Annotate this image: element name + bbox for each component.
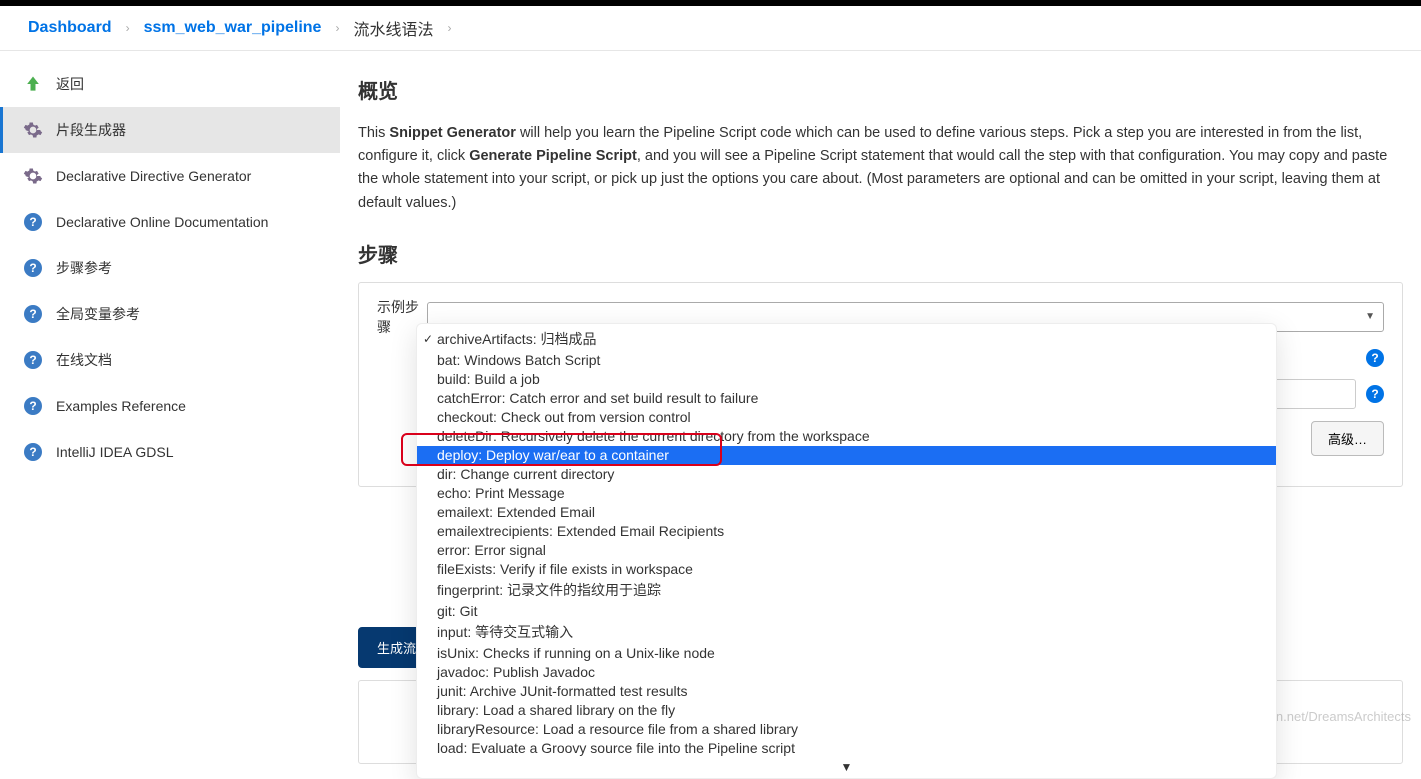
svg-text:?: ?	[29, 261, 36, 275]
sidebar-item-label: 返回	[56, 74, 84, 94]
dropdown-item-10[interactable]: emailextrecipients: Extended Email Recip…	[417, 522, 1276, 541]
svg-text:?: ?	[29, 353, 36, 367]
sidebar-item-0[interactable]: 返回	[0, 61, 340, 107]
sidebar: 返回片段生成器 Declarative Directive Generator? D…	[0, 51, 340, 764]
sidebar-item-label: Declarative Online Documentation	[56, 214, 268, 230]
sidebar-item-2[interactable]: Declarative Directive Generator	[0, 153, 340, 199]
sidebar-item-label: Examples Reference	[56, 398, 186, 414]
gear-icon	[22, 165, 44, 187]
breadcrumb-current: 流水线语法	[353, 16, 433, 40]
dropdown-item-5[interactable]: deleteDir: Recursively delete the curren…	[417, 427, 1276, 446]
breadcrumb-dashboard[interactable]: Dashboard	[28, 19, 112, 37]
dropdown-item-3[interactable]: catchError: Catch error and set build re…	[417, 389, 1276, 408]
dropdown-item-8[interactable]: echo: Print Message	[417, 484, 1276, 503]
overview-heading: 概览	[358, 75, 1403, 104]
sidebar-item-7[interactable]: ? Examples Reference	[0, 383, 340, 429]
scroll-down-icon[interactable]: ▼	[417, 758, 1276, 774]
form-area: 示例步骤 ▼ ? ? 高级… archiveArtifacts: 归档成品bat…	[358, 282, 1403, 487]
help-icon: ?	[22, 303, 44, 325]
sidebar-item-label: 步骤参考	[56, 258, 112, 278]
sidebar-item-6[interactable]: ? 在线文档	[0, 337, 340, 383]
dropdown-item-20[interactable]: libraryResource: Load a resource file fr…	[417, 720, 1276, 739]
dropdown-item-21[interactable]: load: Evaluate a Groovy source file into…	[417, 739, 1276, 758]
dropdown-item-12[interactable]: fileExists: Verify if file exists in wor…	[417, 560, 1276, 579]
chevron-down-icon: ▼	[1365, 311, 1375, 322]
svg-text:?: ?	[29, 307, 36, 321]
arrow-up-icon	[22, 73, 44, 95]
dropdown-item-2[interactable]: build: Build a job	[417, 370, 1276, 389]
dropdown-item-9[interactable]: emailext: Extended Email	[417, 503, 1276, 522]
help-icon: ?	[22, 257, 44, 279]
step-dropdown[interactable]: archiveArtifacts: 归档成品bat: Windows Batch…	[416, 323, 1277, 779]
dropdown-item-13[interactable]: fingerprint: 记录文件的指纹用于追踪	[417, 579, 1276, 602]
dropdown-item-14[interactable]: git: Git	[417, 602, 1276, 621]
sidebar-item-label: 全局变量参考	[56, 304, 140, 324]
dropdown-item-6[interactable]: deploy: Deploy war/ear to a container	[417, 446, 1276, 465]
dropdown-item-0[interactable]: archiveArtifacts: 归档成品	[417, 328, 1276, 351]
chevron-right-icon: ›	[329, 21, 345, 35]
main-content: 概览 This Snippet Generator will help you …	[340, 51, 1421, 764]
sidebar-item-3[interactable]: ? Declarative Online Documentation	[0, 199, 340, 245]
sidebar-item-label: IntelliJ IDEA GDSL	[56, 444, 174, 460]
sidebar-item-label: 片段生成器	[56, 120, 126, 140]
help-icon: ?	[22, 395, 44, 417]
dropdown-item-4[interactable]: checkout: Check out from version control	[417, 408, 1276, 427]
help-icon: ?	[22, 349, 44, 371]
help-icon: ?	[22, 211, 44, 233]
sidebar-item-label: 在线文档	[56, 350, 112, 370]
dropdown-item-17[interactable]: javadoc: Publish Javadoc	[417, 663, 1276, 682]
sidebar-item-label: Declarative Directive Generator	[56, 168, 251, 184]
steps-heading: 步骤	[358, 239, 1403, 268]
gear-icon	[22, 119, 44, 141]
advanced-button[interactable]: 高级…	[1311, 421, 1384, 456]
breadcrumb: Dashboard › ssm_web_war_pipeline › 流水线语法…	[0, 6, 1421, 51]
help-icon: ?	[22, 441, 44, 463]
sidebar-item-1[interactable]: 片段生成器	[0, 107, 340, 153]
chevron-right-icon: ›	[441, 21, 457, 35]
dropdown-item-11[interactable]: error: Error signal	[417, 541, 1276, 560]
dropdown-item-16[interactable]: isUnix: Checks if running on a Unix-like…	[417, 644, 1276, 663]
sidebar-item-8[interactable]: ? IntelliJ IDEA GDSL	[0, 429, 340, 475]
dropdown-item-7[interactable]: dir: Change current directory	[417, 465, 1276, 484]
sidebar-item-4[interactable]: ? 步骤参考	[0, 245, 340, 291]
dropdown-item-1[interactable]: bat: Windows Batch Script	[417, 351, 1276, 370]
help-icon[interactable]: ?	[1366, 385, 1384, 403]
dropdown-item-18[interactable]: junit: Archive JUnit-formatted test resu…	[417, 682, 1276, 701]
breadcrumb-project[interactable]: ssm_web_war_pipeline	[144, 19, 322, 37]
dropdown-item-15[interactable]: input: 等待交互式输入	[417, 621, 1276, 644]
svg-text:?: ?	[29, 445, 36, 459]
sidebar-item-5[interactable]: ? 全局变量参考	[0, 291, 340, 337]
dropdown-item-19[interactable]: library: Load a shared library on the fl…	[417, 701, 1276, 720]
help-icon[interactable]: ?	[1366, 349, 1384, 367]
svg-text:?: ?	[29, 215, 36, 229]
chevron-right-icon: ›	[120, 21, 136, 35]
intro-text: This Snippet Generator will help you lea…	[358, 122, 1403, 215]
svg-text:?: ?	[29, 399, 36, 413]
